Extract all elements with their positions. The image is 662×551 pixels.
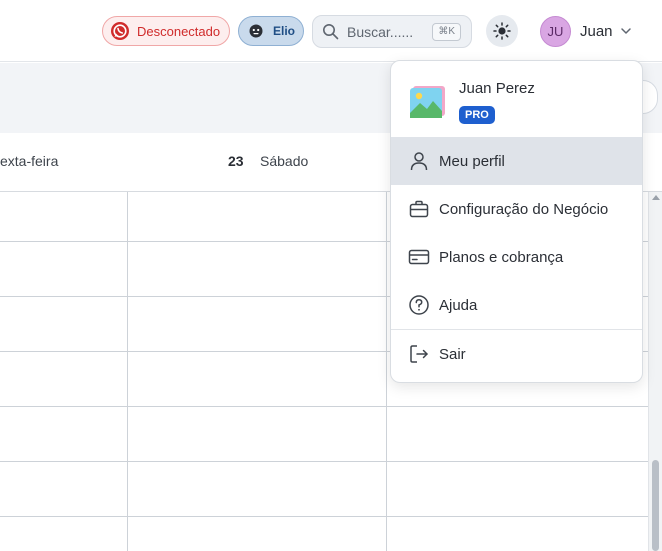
- grid-row-divider: [0, 406, 648, 407]
- assistant-label: Elio: [273, 24, 296, 38]
- grid-row-divider: [0, 516, 648, 517]
- chevron-down-icon[interactable]: [620, 25, 632, 37]
- sun-icon: [493, 22, 511, 40]
- menu-item-label: Meu perfil: [439, 152, 505, 170]
- scrollbar-thumb[interactable]: [652, 460, 659, 551]
- plan-badge: PRO: [459, 106, 495, 124]
- search-icon: [323, 24, 339, 40]
- whatsapp-icon: [111, 22, 129, 40]
- day-label-friday: exta-feira: [0, 153, 59, 169]
- user-menu-header: Juan Perez PRO: [391, 61, 642, 137]
- logout-icon: [410, 345, 428, 363]
- menu-item-label: Configuração do Negócio: [439, 200, 609, 218]
- user-initials: JU: [547, 24, 564, 39]
- menu-item-label: Ajuda: [439, 296, 478, 314]
- top-bar: Desconectado Elio Buscar...... ⌘K JU Jua…: [0, 0, 662, 62]
- search-placeholder: Buscar......: [347, 23, 414, 40]
- day-number: 23: [228, 153, 244, 169]
- user-full-name: Juan Perez: [459, 80, 535, 97]
- briefcase-icon: [409, 200, 429, 218]
- user-name[interactable]: Juan: [580, 23, 613, 40]
- grid-column-divider: [386, 192, 387, 551]
- calendar-scrollbar[interactable]: [648, 192, 662, 551]
- profile-image-icon: [410, 86, 445, 118]
- user-icon: [410, 152, 428, 171]
- user-menu: Juan Perez PRO Meu perfil Configuração d…: [390, 60, 643, 383]
- grid-column-divider: [127, 192, 128, 551]
- scroll-up-arrow-icon[interactable]: [652, 195, 660, 200]
- menu-item-logout[interactable]: Sair: [391, 330, 642, 378]
- theme-toggle-button[interactable]: [486, 15, 518, 47]
- menu-item-label: Planos e cobrança: [439, 248, 564, 266]
- menu-item-help[interactable]: Ajuda: [391, 281, 642, 329]
- menu-item-billing[interactable]: Planos e cobrança: [391, 233, 642, 281]
- search-shortcut: ⌘K: [432, 23, 461, 41]
- user-avatar[interactable]: JU: [540, 16, 571, 47]
- whatsapp-status-label: Desconectado: [137, 23, 221, 39]
- day-label-saturday: Sábado: [260, 153, 309, 169]
- menu-item-business-settings[interactable]: Configuração do Negócio: [391, 185, 642, 233]
- search-input[interactable]: Buscar...... ⌘K: [312, 15, 472, 48]
- credit-card-icon: [408, 249, 430, 265]
- menu-item-profile[interactable]: Meu perfil: [391, 137, 642, 185]
- help-circle-icon: [409, 295, 429, 315]
- menu-item-label: Sair: [439, 345, 466, 363]
- robot-face-icon: [249, 24, 263, 38]
- grid-row-divider: [0, 461, 648, 462]
- assistant-button[interactable]: Elio: [238, 16, 304, 46]
- whatsapp-status-button[interactable]: Desconectado: [102, 16, 230, 46]
